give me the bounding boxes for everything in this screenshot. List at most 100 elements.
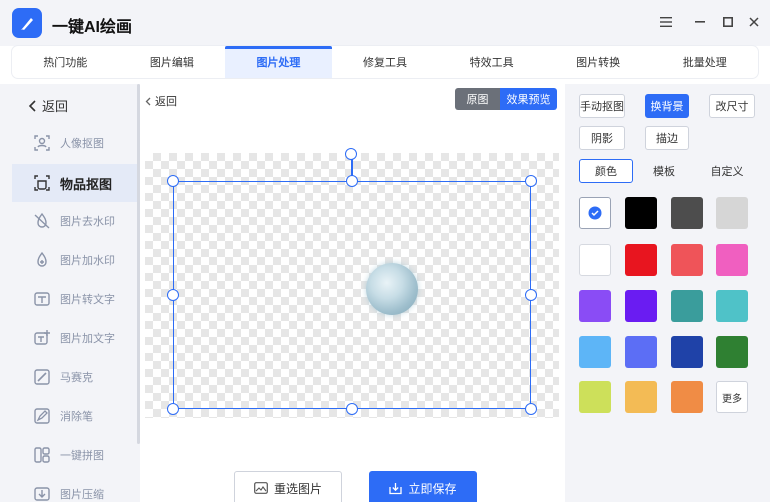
reselect-label: 重选图片 [273, 481, 322, 496]
color-swatch[interactable] [671, 197, 703, 229]
minimize-icon[interactable] [691, 13, 709, 31]
tab-image-convert[interactable]: 图片转换 [545, 46, 652, 78]
chevron-left-icon [145, 97, 151, 105]
color-swatch[interactable] [625, 244, 657, 276]
view-preview-button[interactable]: 效果预览 [500, 88, 557, 110]
color-swatch-transparent-selected[interactable] [579, 197, 611, 229]
change-background-button[interactable]: 换背景 [645, 94, 689, 118]
title-bar: 一键AI绘画 [0, 0, 770, 46]
sidebar-item-portrait-cutout[interactable]: 人像抠图 [12, 124, 140, 162]
tab-label: 修复工具 [363, 57, 408, 69]
color-swatch[interactable] [716, 290, 748, 322]
resize-handle-top-right[interactable] [525, 175, 537, 187]
resize-handle-top[interactable] [346, 175, 358, 187]
canvas-area: 返回 原图 效果预览 重选图片 立即保存 [140, 84, 565, 502]
tab-batch-process[interactable]: 批量处理 [651, 46, 758, 78]
sidebar-item-label: 图片转文字 [60, 294, 115, 306]
compress-icon [32, 484, 52, 502]
collage-icon [32, 445, 52, 465]
color-swatch[interactable] [625, 290, 657, 322]
image-icon [254, 482, 268, 494]
manual-cutout-button[interactable]: 手动抠图 [579, 94, 625, 118]
sidebar-item-label: 图片加文字 [60, 333, 115, 345]
color-swatch[interactable] [671, 244, 703, 276]
app-title: 一键AI绘画 [52, 19, 133, 36]
add-text-icon [32, 328, 52, 348]
color-swatch[interactable] [671, 336, 703, 368]
sidebar-item-image-to-text[interactable]: 图片转文字 [12, 280, 140, 318]
tab-hot-features[interactable]: 热门功能 [12, 46, 119, 78]
color-swatch[interactable] [716, 336, 748, 368]
view-original-button[interactable]: 原图 [455, 88, 500, 110]
save-now-button[interactable]: 立即保存 [369, 471, 477, 502]
reselect-image-button[interactable]: 重选图片 [234, 471, 342, 502]
view-toggle: 原图 效果预览 [455, 88, 557, 110]
resize-handle-right[interactable] [525, 289, 537, 301]
tab-effect-tools[interactable]: 特效工具 [438, 46, 545, 78]
sidebar-back-button[interactable]: 返回 [28, 96, 68, 115]
color-swatch[interactable] [625, 381, 657, 413]
resize-handle-bottom-right[interactable] [525, 403, 537, 415]
save-label: 立即保存 [408, 481, 457, 496]
tab-label: 热门功能 [43, 57, 88, 69]
resize-handle-bottom[interactable] [346, 403, 358, 415]
tab-repair-tools[interactable]: 修复工具 [332, 46, 439, 78]
sidebar-item-remove-watermark[interactable]: 图片去水印 [12, 202, 140, 240]
color-swatch[interactable] [579, 381, 611, 413]
color-swatch[interactable] [716, 244, 748, 276]
resize-handle-bottom-left[interactable] [167, 403, 179, 415]
sidebar-item-label: 马赛克 [60, 372, 93, 384]
color-swatch[interactable] [625, 336, 657, 368]
color-swatch[interactable] [579, 336, 611, 368]
sidebar-item-object-cutout[interactable]: 物品抠图 [12, 164, 140, 202]
image-to-text-icon [32, 289, 52, 309]
segment-template[interactable]: 模板 [639, 159, 689, 183]
sidebar-item-mosaic[interactable]: 马赛克 [12, 358, 140, 396]
color-swatch[interactable] [625, 197, 657, 229]
mosaic-icon [32, 367, 52, 387]
right-panel: 手动抠图 换背景 改尺寸 阴影 描边 颜色 模板 自定义 更多 [565, 84, 770, 502]
sidebar-item-compress[interactable]: 图片压缩 [12, 475, 140, 502]
color-swatch[interactable] [671, 290, 703, 322]
sidebar-item-label: 人像抠图 [60, 138, 104, 150]
sidebar-item-label: 物品抠图 [60, 176, 113, 192]
sidebar-item-collage[interactable]: 一键拼图 [12, 436, 140, 474]
resize-handle-left[interactable] [167, 289, 179, 301]
eraser-pen-icon [32, 406, 52, 426]
sidebar-item-eraser-pen[interactable]: 消除笔 [12, 397, 140, 435]
sidebar-item-label: 一键拼图 [60, 450, 104, 462]
shadow-button[interactable]: 阴影 [579, 126, 625, 150]
portrait-cutout-icon [32, 133, 52, 153]
more-colors-button[interactable]: 更多 [716, 381, 748, 413]
download-icon [389, 482, 403, 494]
rotate-handle[interactable] [345, 148, 357, 160]
color-swatch[interactable] [671, 381, 703, 413]
add-watermark-icon [32, 250, 52, 270]
resize-button[interactable]: 改尺寸 [709, 94, 755, 118]
selection-box[interactable] [173, 181, 531, 409]
canvas-back-button[interactable]: 返回 [145, 93, 177, 109]
sidebar-item-add-watermark[interactable]: 图片加水印 [12, 241, 140, 279]
canvas-back-label: 返回 [155, 96, 177, 108]
sidebar-item-label: 图片去水印 [60, 216, 115, 228]
color-swatch[interactable] [716, 197, 748, 229]
tab-image-edit[interactable]: 图片编辑 [119, 46, 226, 78]
menu-icon[interactable] [657, 13, 675, 31]
segment-color[interactable]: 颜色 [579, 159, 633, 183]
resize-handle-top-left[interactable] [167, 175, 179, 187]
object-cutout-icon [32, 173, 52, 193]
tab-label: 图片转换 [576, 57, 621, 69]
tab-label: 特效工具 [469, 57, 514, 69]
tab-image-process[interactable]: 图片处理 [225, 46, 332, 78]
color-swatch[interactable] [579, 290, 611, 322]
color-swatch[interactable] [579, 244, 611, 276]
sidebar-item-label: 图片加水印 [60, 255, 115, 267]
stroke-button[interactable]: 描边 [645, 126, 689, 150]
chevron-left-icon [28, 99, 36, 112]
tab-label: 图片编辑 [149, 57, 194, 69]
maximize-icon[interactable] [719, 13, 737, 31]
sidebar-item-add-text[interactable]: 图片加文字 [12, 319, 140, 357]
remove-watermark-icon [32, 211, 52, 231]
close-icon[interactable] [745, 13, 763, 31]
segment-custom[interactable]: 自定义 [699, 159, 755, 183]
